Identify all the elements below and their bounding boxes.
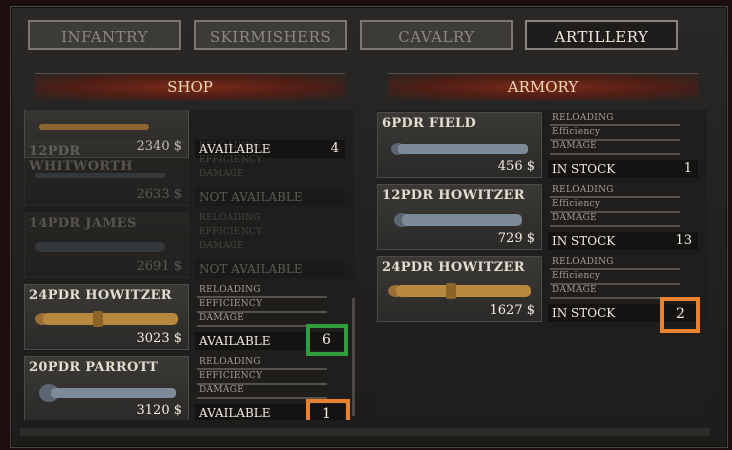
item-price: 2633 $ <box>136 187 183 202</box>
stat-efficiency: EFFICIENCY <box>199 299 263 309</box>
stat-efficiency: EFFICIENCY <box>199 371 263 381</box>
stat-efficiency: EFFICIENCY <box>199 155 263 165</box>
gun-thumbnail: 12PDR WHITWORTH 2633 $ <box>24 140 189 206</box>
status-label: AVAILABLE <box>199 334 271 348</box>
gun-thumbnail: 6PDR FIELD 456 $ <box>377 112 542 178</box>
item-name: 6PDR FIELD <box>382 116 477 131</box>
armory-item[interactable]: 24PDR HOWITZER 1627 $ RELOADING Efficien… <box>377 256 707 324</box>
stat-efficiency: Efficiency <box>552 127 601 137</box>
gun-thumbnail: 20PDR PARROTT 3120 $ <box>24 356 189 420</box>
tab-artillery[interactable]: ARTILLERY <box>525 20 678 50</box>
stat-bar <box>550 153 680 155</box>
stat-efficiency: Efficiency <box>552 199 601 209</box>
item-price: 456 $ <box>497 159 535 174</box>
item-count: 13 <box>675 233 692 248</box>
stat-damage: DAMAGE <box>552 285 597 295</box>
stat-bar <box>550 225 680 227</box>
stat-efficiency: Efficiency <box>552 271 601 281</box>
availability-status: NOT AVAILABLE <box>195 188 345 206</box>
stat-bar <box>197 368 327 370</box>
item-name: 12PDR HOWITZER <box>382 188 525 203</box>
stat-reloading: RELOADING <box>199 141 261 151</box>
item-name: 24PDR HOWITZER <box>382 260 525 275</box>
item-stats: RELOADING EFFICIENCY DAMAGE NOT AVAILABL… <box>195 140 354 206</box>
stat-bar <box>550 124 680 126</box>
stat-reloading: RELOADING <box>199 285 261 295</box>
gun-thumbnail: 24PDR HOWITZER 1627 $ <box>377 256 542 322</box>
stat-bar <box>550 196 680 198</box>
item-price: 729 $ <box>497 231 535 246</box>
cannon-icon <box>39 384 176 402</box>
stat-damage: DAMAGE <box>552 141 597 151</box>
status-label: AVAILABLE <box>199 406 271 420</box>
stat-damage: DAMAGE <box>552 213 597 223</box>
cannon-icon <box>39 124 149 130</box>
status-label: NOT AVAILABLE <box>199 262 303 276</box>
item-name: 20PDR PARROTT <box>29 360 159 375</box>
cannon-icon <box>35 173 165 178</box>
item-name: 24PDR HOWITZER <box>29 288 172 303</box>
shop-item[interactable]: 20PDR PARROTT 3120 $ RELOADING EFFICIENC… <box>24 356 354 420</box>
gun-thumbnail: 12PDR HOWITZER 729 $ <box>377 184 542 250</box>
availability-status: NOT AVAILABLE <box>195 260 345 278</box>
item-price: 3023 $ <box>136 331 183 346</box>
shop-item[interactable]: 14PDR JAMES 2691 $ RELOADING EFFICIENCY … <box>24 212 354 280</box>
item-count: 6 <box>322 332 331 348</box>
stat-bar <box>197 296 327 298</box>
item-count: 2 <box>676 306 685 322</box>
tab-cavalry[interactable]: CAVALRY <box>360 20 513 50</box>
status-label: IN STOCK <box>552 306 616 320</box>
cannon-icon <box>391 143 528 155</box>
tab-skirmishers[interactable]: SKIRMISHERS <box>194 20 347 50</box>
unit-tabs: INFANTRY SKIRMISHERS CAVALRY ARTILLERY <box>28 20 698 54</box>
armory-header: ARMORY <box>388 73 698 100</box>
stock-status: IN STOCK 13 <box>548 232 698 250</box>
stat-reloading: RELOADING <box>199 213 261 223</box>
stat-damage: DAMAGE <box>199 313 244 323</box>
stat-damage: DAMAGE <box>199 169 244 179</box>
item-name: 14PDR JAMES <box>29 216 137 231</box>
cannon-icon <box>388 283 531 299</box>
bottom-bar <box>20 428 710 436</box>
cannon-icon <box>35 242 165 252</box>
stock-status: IN STOCK 1 <box>548 160 698 178</box>
stat-reloading: RELOADING <box>199 357 261 367</box>
tab-infantry[interactable]: INFANTRY <box>28 20 181 50</box>
stat-bar <box>550 268 680 270</box>
item-price: 1627 $ <box>489 303 536 318</box>
shop-scrollbar[interactable] <box>352 298 355 416</box>
status-label: IN STOCK <box>552 234 616 248</box>
stat-reloading: RELOADING <box>552 257 614 267</box>
item-stats: RELOADING Efficiency DAMAGE IN STOCK 1 <box>548 112 707 178</box>
shop-header: SHOP <box>35 73 345 100</box>
cannon-icon <box>35 311 178 327</box>
stat-damage: DAMAGE <box>199 241 244 251</box>
shop-item[interactable]: 24PDR HOWITZER 3023 $ RELOADING EFFICIEN… <box>24 284 354 352</box>
armory-list: 6PDR FIELD 456 $ RELOADING Efficiency DA… <box>377 110 707 420</box>
shop-list: 2340 $ AVAILABLE 4 12PDR WHITWORTH 2633 … <box>24 110 354 420</box>
item-count: 1 <box>322 406 331 420</box>
stat-efficiency: EFFICIENCY <box>199 227 263 237</box>
armory-item[interactable]: 12PDR HOWITZER 729 $ RELOADING Efficienc… <box>377 184 707 252</box>
gun-thumbnail: 14PDR JAMES 2691 $ <box>24 212 189 278</box>
item-price: 2691 $ <box>136 259 183 274</box>
item-stats: RELOADING EFFICIENCY DAMAGE NOT AVAILABL… <box>195 212 354 278</box>
stat-reloading: RELOADING <box>552 113 614 123</box>
stat-reloading: RELOADING <box>552 185 614 195</box>
armory-item[interactable]: 6PDR FIELD 456 $ RELOADING Efficiency DA… <box>377 112 707 180</box>
shop-item[interactable]: 12PDR WHITWORTH 2633 $ RELOADING EFFICIE… <box>24 140 354 208</box>
status-label: NOT AVAILABLE <box>199 190 303 204</box>
item-stats: RELOADING Efficiency DAMAGE IN STOCK 13 <box>548 184 707 250</box>
cannon-icon <box>394 213 522 227</box>
item-count: 1 <box>683 161 692 176</box>
stat-damage: DAMAGE <box>199 385 244 395</box>
item-price: 3120 $ <box>136 403 183 418</box>
status-label: IN STOCK <box>552 162 616 176</box>
gun-thumbnail: 24PDR HOWITZER 3023 $ <box>24 284 189 350</box>
